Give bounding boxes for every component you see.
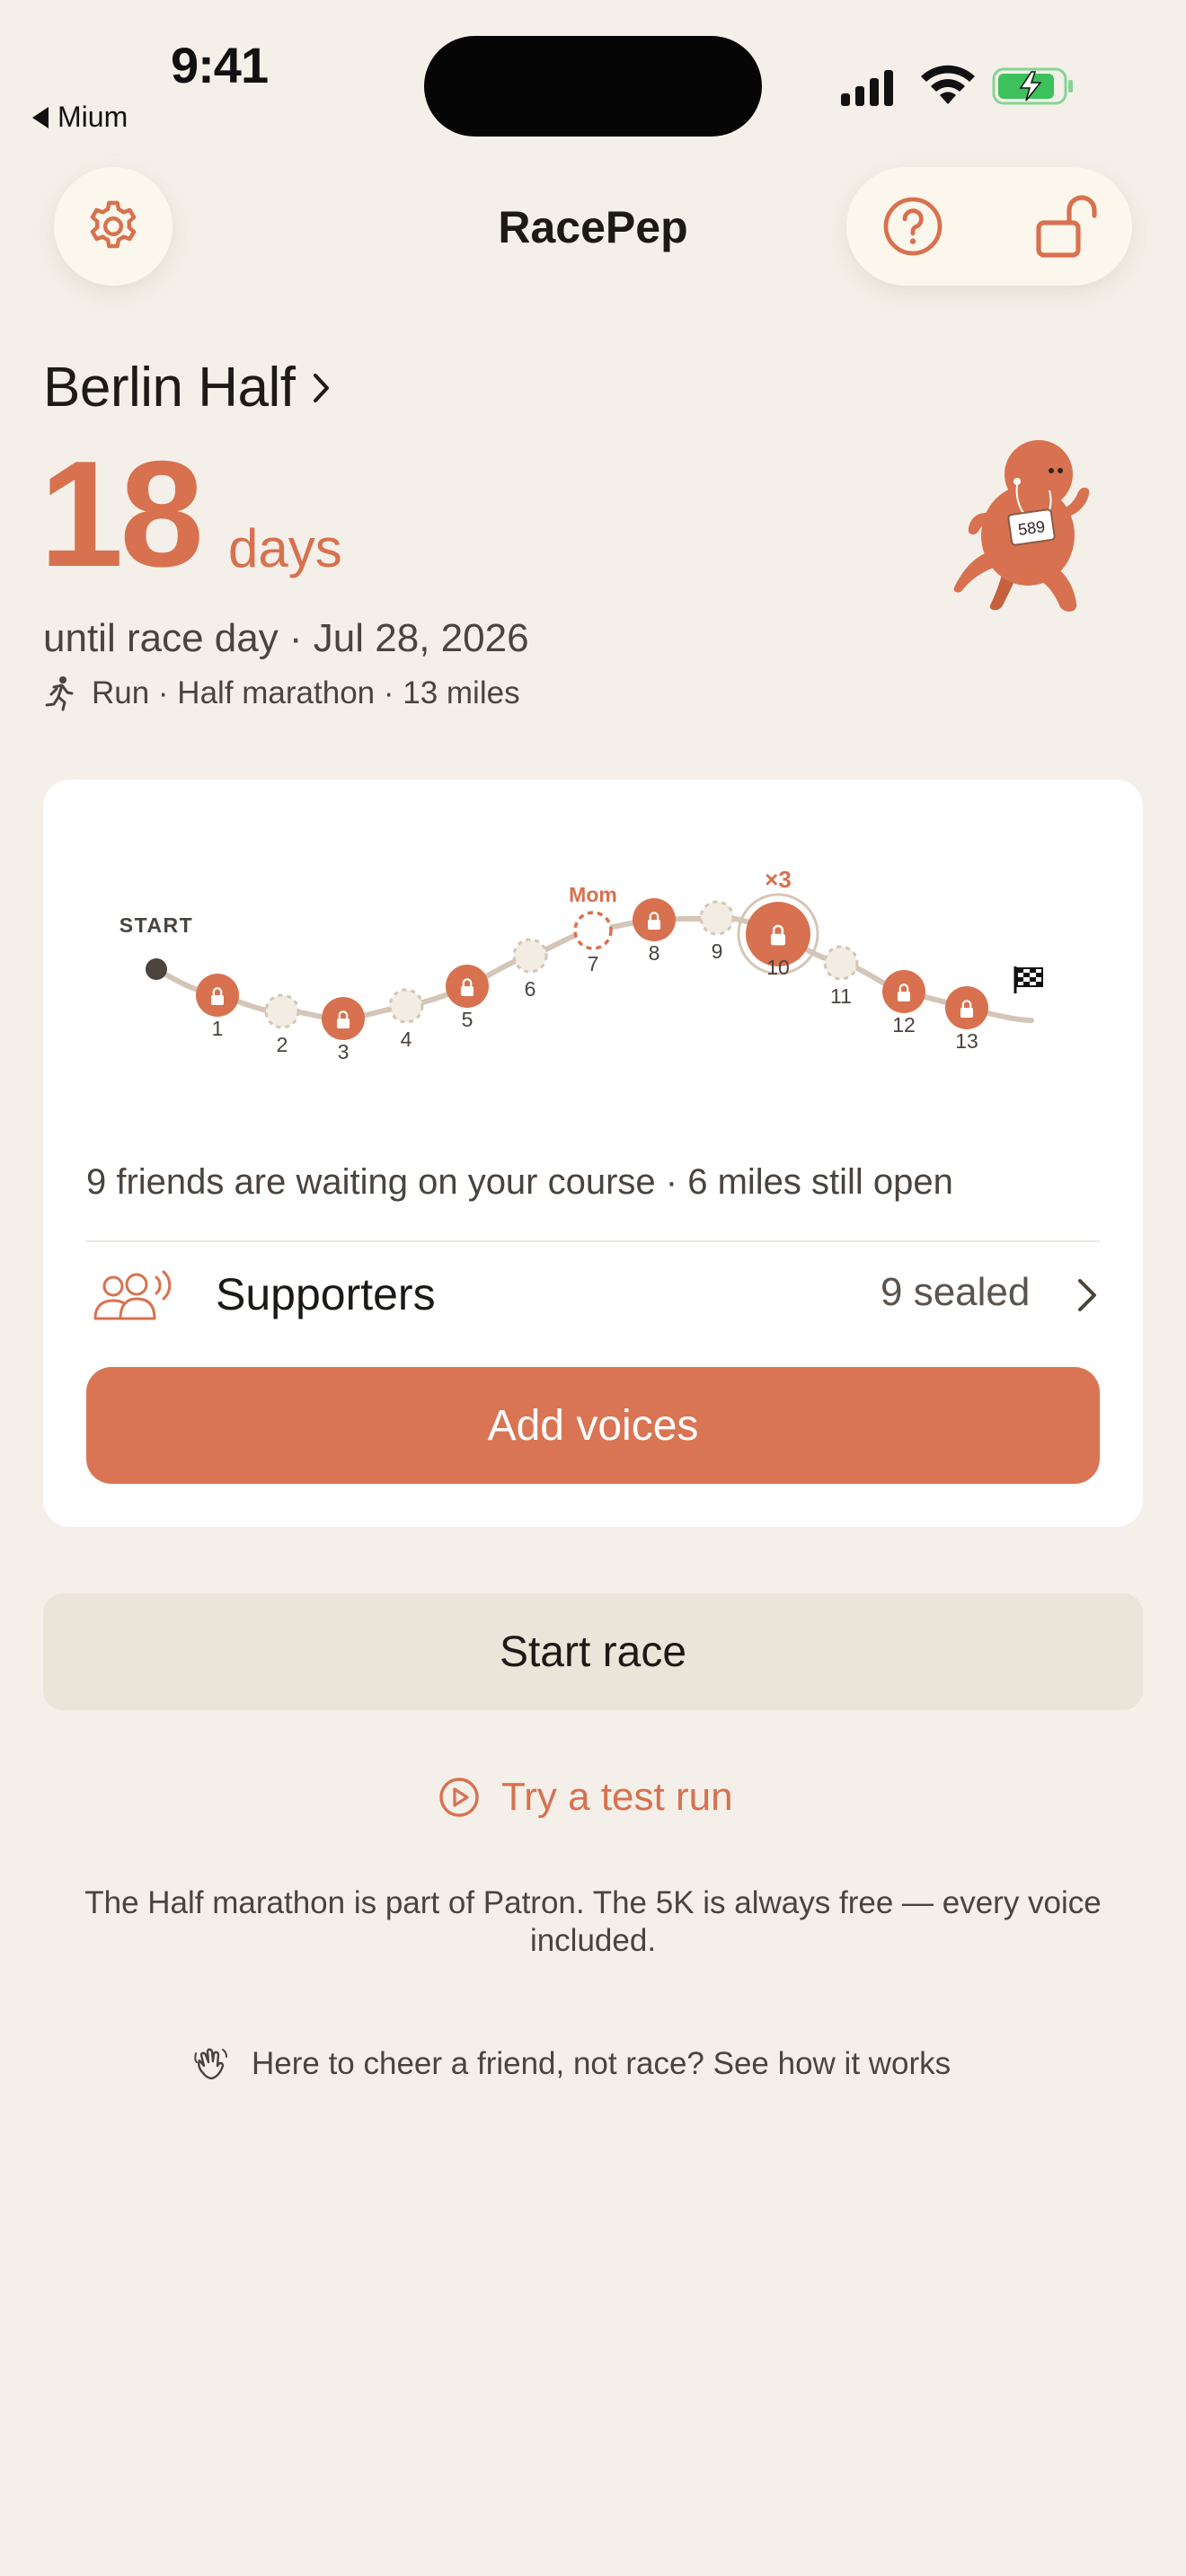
divider [86,1240,1100,1242]
chevron-right-icon [313,373,329,402]
mile-label: 12 [892,1013,916,1037]
unlocked-padlock-icon[interactable] [1035,192,1100,260]
back-app-label: Mium [58,101,128,133]
chevron-right-icon [1078,1279,1096,1311]
mile-label: 2 [277,1033,288,1056]
mile-marker-4[interactable]: 4 [388,988,424,1051]
supporters-icon [93,1270,172,1320]
runner-icon [45,676,74,711]
mile-label: 5 [462,1008,474,1031]
mile-label: 1 [212,1017,224,1040]
race-meta: Run · Half marathon · 13 miles [43,675,520,711]
bib-number: 589 [1017,517,1047,539]
mile-marker-10[interactable]: 10 ×3 [737,866,819,979]
mile-marker-11[interactable]: 11 [823,945,859,1008]
status-time: 9:41 [171,37,269,93]
battery-charging-icon [992,67,1073,105]
mile-tag: ×3 [765,866,792,893]
mile-label: 9 [712,940,723,963]
race-date-text: until race day · Jul 28, 2026 [43,616,529,660]
wifi-icon [921,65,975,104]
race-name-link[interactable]: Berlin Half [43,356,332,419]
mile-marker-3[interactable]: 3 [322,997,365,1063]
days-count: 18 [40,429,204,598]
mile-marker-5[interactable]: 5 [446,965,489,1031]
waving-hand-icon [194,2048,227,2080]
supporters-count: 9 sealed [881,1270,1031,1314]
settings-button[interactable] [54,167,173,286]
mile-label: 8 [649,941,660,965]
test-run-label: Try a test run [501,1775,733,1819]
mile-marker-12[interactable]: 12 [882,970,925,1037]
mile-label: 11 [830,984,852,1008]
start-label: START [119,913,193,937]
race-name: Berlin Half [43,357,296,419]
runner-mascot-illustration: 589 [953,440,1090,612]
finish-flag-icon [1013,966,1043,993]
cellular-signal-icon [841,66,893,106]
mile-marker-7[interactable]: 7 Mom [569,883,617,975]
dynamic-island [424,36,762,137]
start-race-button[interactable]: Start race [43,1593,1143,1710]
mile-marker-8[interactable]: 8 [633,898,676,965]
question-circle-icon[interactable] [882,196,943,257]
mile-label: 3 [338,1040,350,1063]
mile-label: 10 [766,956,790,979]
play-circle-icon [439,1778,479,1817]
test-run-link[interactable]: Try a test run [438,1775,733,1820]
mile-marker-6[interactable]: 6 [512,938,548,1001]
mile-label: 4 [401,1028,412,1051]
back-to-app-link[interactable]: Mium [32,101,128,134]
add-voices-button[interactable]: Add voices [86,1367,1100,1484]
days-label: days [228,518,342,578]
mile-marker-13[interactable]: 13 [945,986,988,1053]
app-title: RacePep [498,202,688,252]
mile-marker-9[interactable]: 9 [699,900,735,963]
start-marker [146,958,167,980]
gear-icon [90,200,137,249]
race-meta-text: Run · Half marathon · 13 miles [92,675,520,710]
nav-actions-pill [846,167,1132,286]
course-map[interactable]: START 12 34567Mom8 910×3111213 [90,844,1096,1096]
back-triangle-icon [32,106,49,128]
cheer-link-label: Here to cheer a friend, not race? See ho… [252,2046,951,2081]
mile-label: 13 [955,1029,978,1053]
mile-label: 7 [588,952,599,975]
mile-marker-1[interactable]: 1 [196,974,239,1040]
mile-marker-2[interactable]: 2 [264,993,300,1056]
mile-label: 6 [525,977,536,1001]
mile-tag: Mom [569,883,617,906]
patron-notice: The Half marathon is part of Patron. The… [84,1885,1102,1958]
supporters-label: Supporters [216,1269,436,1319]
cheer-link[interactable]: Here to cheer a friend, not race? See ho… [192,2046,951,2082]
course-summary: 9 friends are waiting on your course · 6… [86,1162,953,1202]
